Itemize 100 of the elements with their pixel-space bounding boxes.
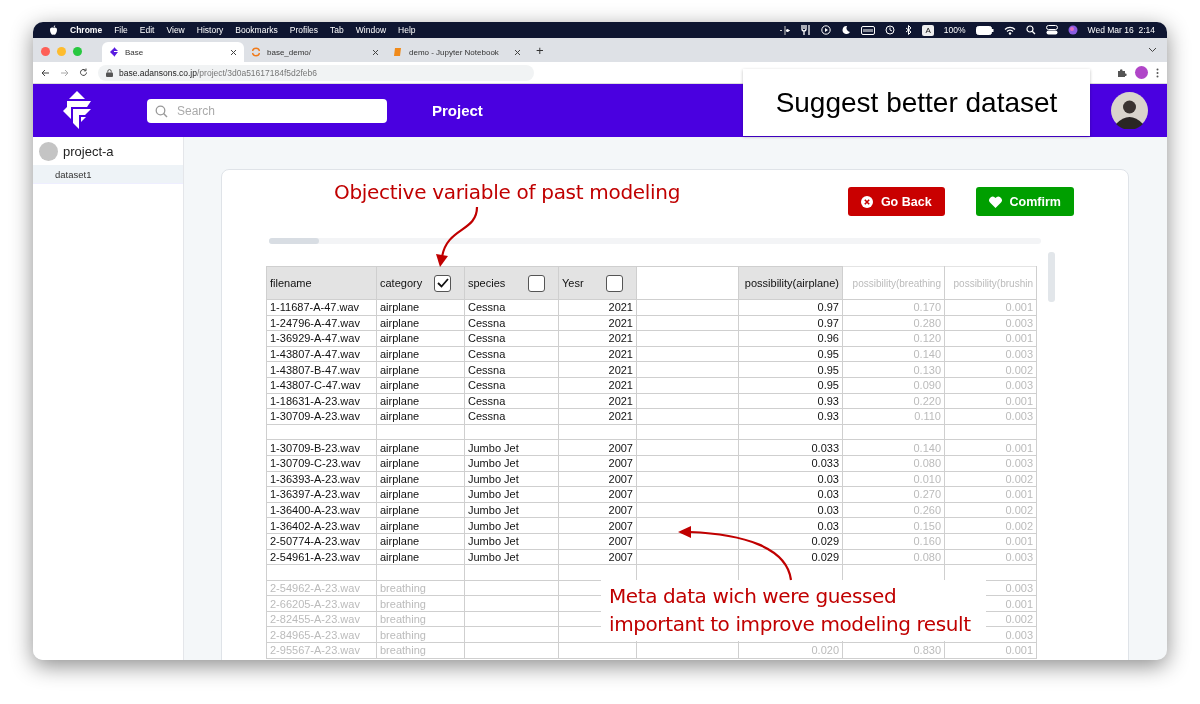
table-cell: airplane: [376, 361, 465, 378]
menu-app-name[interactable]: Chrome: [70, 25, 103, 35]
play-icon[interactable]: [821, 25, 832, 35]
checkbox[interactable]: [434, 274, 451, 292]
callout-arrow: [436, 206, 479, 267]
table-cell: 0.002: [944, 361, 1037, 378]
avatar-icon[interactable]: [1111, 92, 1148, 129]
heart-icon: [988, 195, 1002, 208]
search-field[interactable]: Search: [147, 98, 387, 123]
menu-item[interactable]: Profiles: [289, 25, 319, 35]
table-cell: Cessna: [464, 361, 559, 378]
table-cell: 0.001: [944, 299, 1037, 316]
table-cell: 0.002: [944, 471, 1037, 487]
table-cell: 2-95567-A-23.wav: [266, 642, 377, 659]
table-cell: Jumbo Jet: [464, 517, 559, 534]
menu-item[interactable]: File: [114, 25, 128, 35]
more-icon[interactable]: [1156, 67, 1159, 78]
puzzle-icon[interactable]: [1117, 67, 1127, 78]
close-icon[interactable]: [514, 48, 521, 56]
scrollbar-track[interactable]: [269, 238, 1041, 244]
table-cell: 0.95: [738, 377, 843, 394]
table-cell: breathing: [376, 611, 465, 627]
table-cell: 2-54962-A-23.wav: [266, 580, 377, 596]
table-cell: 2-82455-A-23.wav: [266, 611, 377, 627]
address-bar[interactable]: base.adansons.co.jp/project/3d0a51617184f5d2feb6: [98, 64, 534, 81]
table-cell: 2007: [558, 471, 637, 487]
apple-icon[interactable]: [49, 25, 58, 35]
clock-text[interactable]: Wed Mar 16 2:14: [1087, 25, 1155, 35]
search-icon[interactable]: [1025, 25, 1036, 35]
table-cell: 0.03: [738, 471, 843, 487]
column-header[interactable]: possibility(airplane): [738, 266, 843, 300]
table-cell: 0.110: [842, 408, 945, 425]
table-cell: 0.96: [738, 330, 843, 347]
confirm-button[interactable]: Comfirm: [975, 187, 1074, 216]
browser-tab[interactable]: base_demo/: [244, 42, 386, 62]
checkbox[interactable]: [528, 274, 545, 292]
column-header[interactable]: filename: [266, 266, 377, 300]
close-icon[interactable]: [372, 48, 379, 56]
chevron-down-icon[interactable]: [1148, 47, 1157, 53]
table-cell: breathing: [376, 642, 465, 659]
browser-tab[interactable]: Base: [102, 42, 244, 62]
new-tab-button[interactable]: +: [536, 42, 544, 58]
table-cell: 0.003: [944, 377, 1037, 394]
menu-item[interactable]: Tab: [330, 25, 344, 35]
table-cell: 0.020: [738, 642, 843, 659]
battery-icon[interactable]: [975, 25, 994, 35]
table-cell: 0.97: [738, 315, 843, 331]
column-header[interactable]: category: [380, 277, 423, 289]
orb-icon[interactable]: [1067, 25, 1078, 35]
back-icon[interactable]: [41, 68, 50, 77]
clock-icon[interactable]: [885, 25, 896, 35]
table-cell: airplane: [376, 299, 465, 316]
table-cell: breathing: [376, 580, 465, 596]
table-cell: airplane: [376, 502, 465, 518]
table-cell: 1-24796-A-47.wav: [266, 315, 377, 331]
menu-item[interactable]: Window: [355, 25, 387, 35]
table-cell: 0.001: [944, 533, 1037, 549]
toggle-icon[interactable]: [1045, 25, 1058, 35]
input-source[interactable]: A: [922, 24, 934, 36]
close-icon[interactable]: [230, 48, 237, 56]
wifi-icon[interactable]: [1003, 25, 1016, 35]
table-cell: 0.170: [842, 299, 945, 316]
menu-item[interactable]: View: [166, 25, 185, 35]
scrollbar-thumb[interactable]: [269, 238, 319, 244]
table-cell: Jumbo Jet: [464, 471, 559, 487]
column-header[interactable]: Yesr: [562, 277, 584, 289]
split-icon[interactable]: [779, 25, 792, 35]
moon-icon[interactable]: [841, 25, 852, 35]
table-cell: Cessna: [464, 315, 559, 331]
go-back-button[interactable]: Go Back: [847, 187, 945, 216]
checkbox[interactable]: [606, 274, 623, 292]
scrollbar-thumb[interactable]: [1048, 252, 1055, 302]
table-cell: Jumbo Jet: [464, 486, 559, 503]
menu-item[interactable]: Edit: [139, 25, 155, 35]
keyboard-icon[interactable]: [861, 25, 876, 35]
table-cell: 0.03: [738, 517, 843, 534]
table-cell: 0.002: [944, 502, 1037, 518]
browser-tab[interactable]: demo - Jupyter Notebook: [386, 42, 528, 62]
menu-item[interactable]: Bookmarks: [235, 25, 278, 35]
fork-knife-icon[interactable]: [801, 25, 812, 35]
column-header[interactable]: species: [468, 277, 506, 289]
table-cell: 1-36400-A-23.wav: [266, 502, 377, 518]
ring-icon: [251, 47, 261, 57]
table-cell: 2007: [558, 549, 637, 565]
bluetooth-icon[interactable]: [905, 25, 913, 35]
table-cell: 1-30709-C-23.wav: [266, 455, 377, 472]
search-icon: [155, 104, 168, 118]
reload-icon[interactable]: [79, 68, 88, 77]
menu-item[interactable]: History: [196, 25, 224, 35]
table-cell: airplane: [376, 471, 465, 487]
table-cell: airplane: [376, 455, 465, 472]
menu-item[interactable]: Help: [398, 25, 416, 35]
profile-avatar[interactable]: [1135, 66, 1148, 79]
table-cell: 0.029: [738, 549, 843, 565]
project-name[interactable]: project-a: [63, 143, 114, 159]
table-cell: 0.830: [842, 642, 945, 659]
table-cell: 0.260: [842, 502, 945, 518]
table-cell: 0.03: [738, 486, 843, 503]
table-cell: 0.003: [944, 455, 1037, 472]
sidebar-item[interactable]: dataset1: [33, 165, 183, 184]
